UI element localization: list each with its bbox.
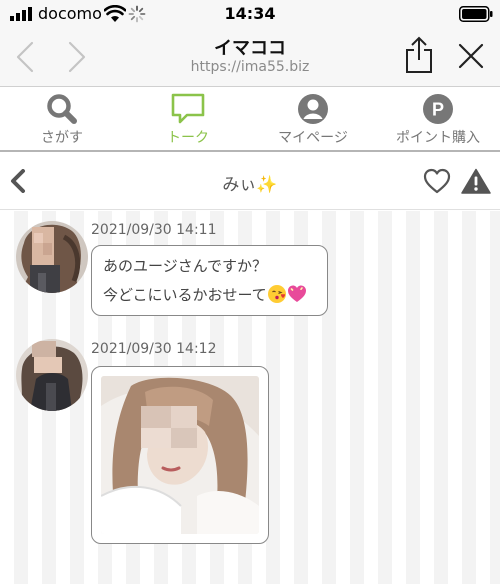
search-icon bbox=[47, 94, 77, 124]
message-bubble[interactable]: あのユージさんですか？ 今どこにいるかおせーて bbox=[91, 245, 328, 316]
photo-message[interactable] bbox=[101, 376, 259, 534]
battery-icon bbox=[459, 6, 493, 22]
user-icon bbox=[298, 94, 328, 124]
tab-search[interactable]: さがす bbox=[12, 87, 112, 153]
tab-talk[interactable]: トーク bbox=[138, 87, 238, 153]
tab-mypage[interactable]: マイページ bbox=[258, 87, 368, 153]
sparkle-emoji: ✨ bbox=[256, 175, 278, 195]
chat-bubble-icon bbox=[171, 93, 205, 124]
share-icon[interactable] bbox=[404, 36, 434, 74]
tab-label: さがす bbox=[41, 130, 83, 146]
avatar[interactable] bbox=[16, 221, 88, 293]
main-nav: さがす トーク マイページ P ポイント購入 bbox=[0, 86, 500, 152]
partner-name-text: みぃ bbox=[222, 175, 257, 195]
message-text: 今どこにいるかおせーて bbox=[103, 286, 267, 304]
message-line: あのユージさんですか？ bbox=[103, 257, 267, 275]
heart-icon[interactable] bbox=[423, 168, 451, 194]
chat-area[interactable]: 2021/09/30 14:11 あのユージさんですか？ 今どこにいるかおせーて bbox=[0, 211, 500, 584]
message-line-with-emoji: 今どこにいるかおせーて bbox=[103, 281, 327, 310]
points-icon: P bbox=[423, 94, 453, 124]
tab-label: ポイント購入 bbox=[396, 130, 480, 146]
warning-icon[interactable] bbox=[461, 168, 491, 194]
clock: 14:34 bbox=[224, 4, 276, 23]
image-message-bubble[interactable] bbox=[91, 366, 269, 544]
avatar[interactable] bbox=[16, 339, 88, 411]
browser-toolbar: イマココ https://ima55.biz bbox=[0, 28, 500, 86]
tab-buy-points[interactable]: P ポイント購入 bbox=[388, 87, 488, 153]
tab-label: トーク bbox=[167, 130, 209, 146]
chat-header: みぃ✨ bbox=[0, 152, 500, 210]
tab-label: マイページ bbox=[278, 130, 348, 146]
message-timestamp: 2021/09/30 14:11 bbox=[91, 222, 217, 238]
kiss-emoji bbox=[267, 285, 286, 303]
status-bar: docomo 14:34 bbox=[0, 0, 500, 28]
message-timestamp: 2021/09/30 14:12 bbox=[91, 341, 217, 357]
heart-emoji bbox=[287, 285, 306, 302]
svg-text:P: P bbox=[432, 100, 444, 120]
close-icon[interactable] bbox=[458, 43, 484, 69]
